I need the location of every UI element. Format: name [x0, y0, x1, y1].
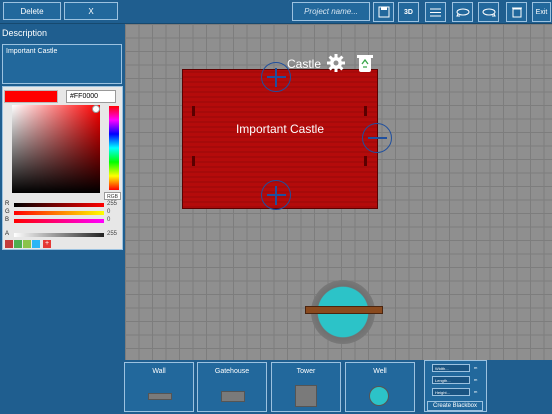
width-input[interactable]: Width...	[432, 364, 470, 372]
add-swatch-button[interactable]: +	[43, 240, 51, 248]
palette-tile-gatehouse[interactable]: Gatehouse	[197, 362, 267, 412]
tile-label: Well	[373, 368, 387, 375]
r-value: 255	[107, 201, 118, 207]
saturation-value-area[interactable]	[12, 105, 100, 193]
hue-slider[interactable]	[109, 106, 119, 190]
g-slider[interactable]	[14, 211, 104, 215]
a-value: 255	[107, 231, 118, 237]
castle-slit	[364, 156, 367, 166]
tile-label: Tower	[296, 368, 316, 375]
build-canvas[interactable]: Important Castle Castle	[125, 24, 552, 360]
b-slider[interactable]	[14, 219, 104, 223]
wall-thumbnail	[148, 393, 172, 400]
description-label: Description	[2, 28, 48, 38]
3d-view-icon[interactable]: 3D	[398, 2, 419, 22]
hex-color-input[interactable]: #FF0000	[66, 90, 116, 103]
resize-handle-right[interactable]	[362, 123, 392, 153]
3d-label: 3D	[404, 8, 413, 16]
trash-bucket-icon[interactable]	[506, 2, 527, 22]
color-cursor[interactable]	[92, 105, 100, 113]
selected-object-name: Castle	[287, 57, 322, 71]
r-slider[interactable]	[14, 203, 104, 207]
gatehouse-thumbnail	[221, 391, 245, 402]
tile-label: Gatehouse	[214, 368, 250, 375]
b-value: 0	[107, 217, 111, 223]
palette-tile-tower[interactable]: Tower	[271, 362, 341, 412]
r-label: R	[5, 201, 10, 207]
length-unit: m	[474, 377, 478, 382]
recent-color-swatch[interactable]	[5, 240, 13, 248]
a-label: A	[5, 231, 10, 237]
add-handle-bottom[interactable]	[261, 180, 291, 210]
g-value: 0	[107, 209, 111, 215]
rotate-left-icon[interactable]	[452, 2, 473, 22]
height-unit: m	[474, 389, 478, 394]
color-mode-button[interactable]: RGB	[104, 192, 121, 200]
gear-icon[interactable]	[326, 53, 346, 78]
g-label: G	[5, 209, 10, 215]
exit-button[interactable]: Exit	[532, 2, 551, 22]
recycle-bin-icon[interactable]	[356, 53, 374, 78]
castle-slit	[364, 106, 367, 116]
b-label: B	[5, 217, 10, 223]
width-unit: m	[474, 365, 478, 370]
height-input[interactable]: Height...	[432, 388, 470, 396]
a-slider[interactable]	[14, 233, 104, 237]
recent-color-swatch[interactable]	[32, 240, 40, 248]
well-beam	[305, 306, 383, 314]
rotate-right-icon[interactable]	[478, 2, 499, 22]
delete-button[interactable]: Delete	[3, 2, 61, 20]
palette-tile-wall[interactable]: Wall	[124, 362, 194, 412]
recent-color-swatch[interactable]	[23, 240, 31, 248]
tower-thumbnail	[295, 385, 317, 407]
save-icon[interactable]	[373, 2, 394, 22]
castle-label: Important Castle	[235, 122, 325, 136]
create-blackbox-button[interactable]: Create Blackbox	[427, 401, 483, 411]
description-field[interactable]: Important Castle	[2, 44, 122, 84]
palette-tile-well[interactable]: Well	[345, 362, 415, 412]
castle-slit	[192, 156, 195, 166]
well-thumbnail	[369, 386, 389, 406]
recent-color-swatch[interactable]	[14, 240, 22, 248]
list-icon[interactable]	[425, 2, 446, 22]
tile-label: Wall	[152, 368, 166, 375]
close-x-button[interactable]: X	[64, 2, 118, 20]
length-input[interactable]: Length...	[432, 376, 470, 384]
castle-slit	[192, 106, 195, 116]
current-color-swatch	[4, 90, 58, 103]
project-name-input[interactable]: Project name...	[292, 2, 370, 21]
